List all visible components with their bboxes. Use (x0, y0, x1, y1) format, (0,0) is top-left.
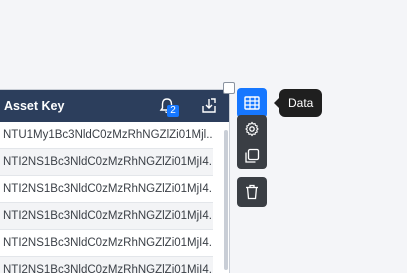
table-row[interactable]: NTI2NS1Bc3NldC0zMzRhNGZlZi01MjI4... (0, 203, 213, 230)
notification-badge: 2 (167, 105, 179, 117)
resize-handle[interactable] (223, 82, 235, 94)
tool-group (237, 115, 267, 169)
table-header: Asset Key 2 (0, 90, 229, 122)
vertical-scrollbar[interactable] (224, 130, 228, 270)
canvas: Asset Key 2 NTU1My1Bc3NldC0zMzRhNGZlZi01… (0, 0, 407, 273)
table-row[interactable]: NTU1My1Bc3NldC0zMzRhNGZlZi01Mjl... (0, 122, 213, 149)
column-header-asset-key[interactable]: Asset Key (4, 99, 64, 113)
asset-table-widget[interactable]: Asset Key 2 NTU1My1Bc3NldC0zMzRhNGZlZi01… (0, 89, 230, 273)
delete-button[interactable] (237, 177, 267, 207)
download-icon[interactable] (201, 97, 217, 114)
settings-button[interactable] (237, 115, 267, 142)
duplicate-button[interactable] (237, 142, 267, 169)
copy-icon (245, 148, 260, 163)
table-row[interactable]: NTI2NS1Bc3NldC0zMzRhNGZlZi01MjI4... (0, 230, 213, 257)
table-row[interactable]: NTI2NS1Bc3NldC0zMzRhNGZlZi01MjI4... (0, 176, 213, 203)
table-row[interactable]: NTI2NS1Bc3NldC0zMzRhNGZlZi01MjI4... (0, 257, 213, 273)
table-icon (244, 96, 260, 110)
table-row[interactable]: NTI2NS1Bc3NldC0zMzRhNGZlZi01MjI4... (0, 149, 213, 176)
data-table-button[interactable] (237, 88, 267, 118)
trash-icon (246, 184, 258, 200)
data-tooltip: Data (273, 89, 323, 117)
gear-icon (245, 121, 259, 136)
